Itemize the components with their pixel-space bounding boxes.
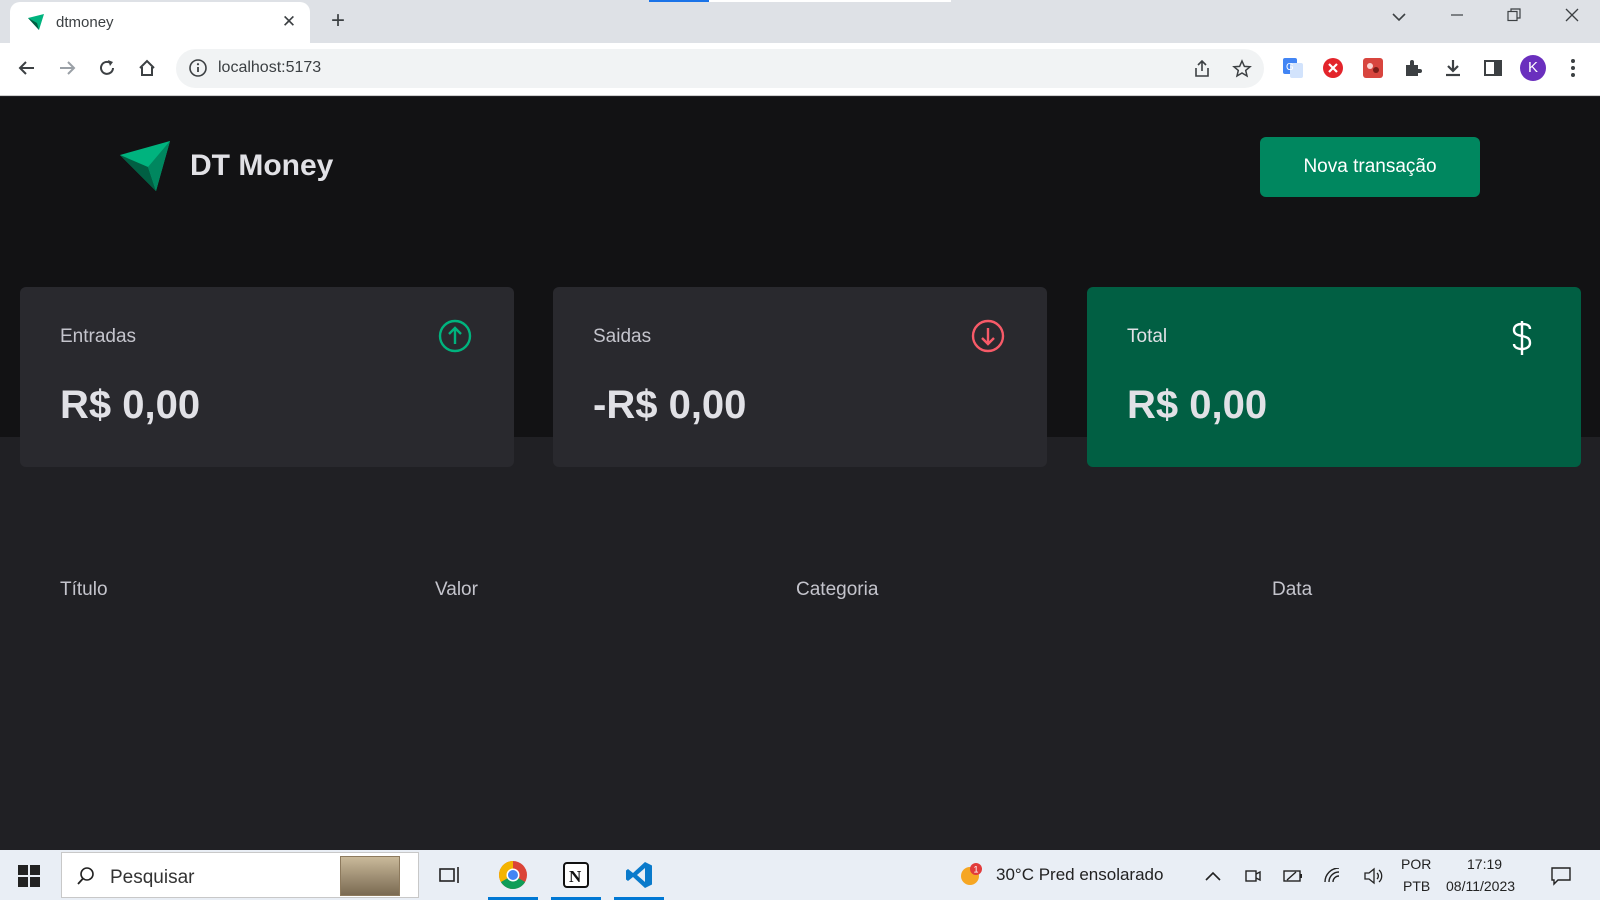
summary-card-total: Total R$ 0,00: [1087, 287, 1581, 467]
clock-date[interactable]: 08/11/2023: [1446, 878, 1515, 894]
brand-title: DT Money: [190, 149, 334, 182]
new-tab-icon[interactable]: +: [326, 8, 350, 34]
dt-money-logo-icon: [120, 141, 172, 196]
chrome-taskbar-icon[interactable]: [488, 850, 538, 900]
extension-x-icon[interactable]: [1320, 55, 1346, 81]
download-icon[interactable]: [1440, 55, 1466, 81]
taskbar-search[interactable]: Pesquisar: [61, 852, 419, 898]
address-bar[interactable]: localhost:5173: [176, 49, 1264, 88]
close-window-icon[interactable]: [1557, 6, 1587, 30]
favicon-icon: [26, 12, 46, 37]
google-translate-icon[interactable]: G: [1280, 55, 1306, 81]
column-header-date: Data: [1272, 579, 1313, 600]
chevron-up-icon[interactable]: [1203, 866, 1223, 886]
weather-text[interactable]: 30°C Pred ensolarado: [996, 865, 1163, 885]
loading-track: [709, 0, 951, 2]
summary-card-income: Entradas R$ 0,00: [20, 287, 514, 467]
meet-now-icon[interactable]: [1243, 866, 1263, 886]
card-value: -R$ 0,00: [593, 383, 747, 427]
search-highlight-image: [340, 856, 400, 896]
tab-title: dtmoney: [56, 14, 114, 31]
side-panel-icon[interactable]: [1480, 55, 1506, 81]
vscode-taskbar-icon[interactable]: [614, 850, 664, 900]
app-root: DT Money Nova transação Entradas R$ 0,00…: [0, 97, 1600, 850]
dollar-icon: [1505, 319, 1539, 362]
forward-icon[interactable]: [52, 53, 82, 83]
svg-text:G: G: [1286, 62, 1294, 73]
reload-icon[interactable]: [92, 53, 122, 83]
search-icon: [76, 866, 96, 891]
notion-taskbar-icon[interactable]: N: [551, 850, 601, 900]
card-label: Total: [1127, 326, 1168, 347]
language-line1[interactable]: POR: [1401, 856, 1431, 872]
summary-card-outcome: Saidas -R$ 0,00: [553, 287, 1047, 467]
clock-time[interactable]: 17:19: [1467, 856, 1502, 872]
card-label: Saidas: [593, 326, 652, 347]
share-icon[interactable]: [1190, 57, 1214, 81]
menu-kebab-icon[interactable]: [1560, 55, 1586, 81]
volume-icon[interactable]: [1363, 866, 1383, 886]
card-value: R$ 0,00: [60, 383, 201, 427]
column-header-value: Valor: [435, 579, 478, 600]
wifi-icon[interactable]: [1323, 866, 1343, 886]
arrow-circle-up-icon: [438, 319, 472, 358]
url-text: localhost:5173: [218, 59, 322, 76]
site-info-icon[interactable]: [188, 58, 208, 83]
windows-start-icon[interactable]: [18, 865, 40, 892]
restore-icon[interactable]: [1499, 6, 1529, 30]
bookmark-star-icon[interactable]: [1230, 57, 1254, 81]
tab-search-icon[interactable]: [1384, 6, 1414, 30]
task-view-icon[interactable]: [425, 850, 475, 900]
minimize-icon[interactable]: [1442, 6, 1472, 30]
column-header-title: Título: [60, 579, 108, 600]
battery-icon[interactable]: [1283, 866, 1303, 886]
home-icon[interactable]: [132, 53, 162, 83]
browser-tab[interactable]: dtmoney ✕: [10, 2, 310, 43]
card-label: Entradas: [60, 326, 137, 347]
taskbar: Pesquisar N 1 30°C Pred ensolarado POR P…: [0, 850, 1600, 900]
tab-close-icon[interactable]: ✕: [278, 11, 300, 33]
svg-text:1: 1: [974, 865, 979, 875]
extensions-puzzle-icon[interactable]: [1400, 55, 1426, 81]
back-icon[interactable]: [12, 53, 42, 83]
extension-red-icon[interactable]: [1360, 55, 1386, 81]
search-placeholder: Pesquisar: [110, 867, 195, 888]
new-transaction-button[interactable]: Nova transação: [1260, 137, 1480, 197]
browser-toolbar: localhost:5173 G K: [0, 43, 1600, 96]
card-value: R$ 0,00: [1127, 383, 1268, 427]
svg-text:N: N: [569, 867, 582, 886]
browser-tabstrip: dtmoney ✕ +: [0, 0, 1600, 43]
language-line2[interactable]: PTB: [1403, 878, 1430, 894]
notifications-icon[interactable]: [1549, 864, 1573, 888]
loading-indicator: [649, 0, 709, 2]
profile-avatar[interactable]: K: [1520, 55, 1546, 81]
arrow-circle-down-icon: [971, 319, 1005, 358]
weather-sun-icon[interactable]: 1: [958, 862, 984, 888]
column-header-category: Categoria: [796, 579, 879, 600]
